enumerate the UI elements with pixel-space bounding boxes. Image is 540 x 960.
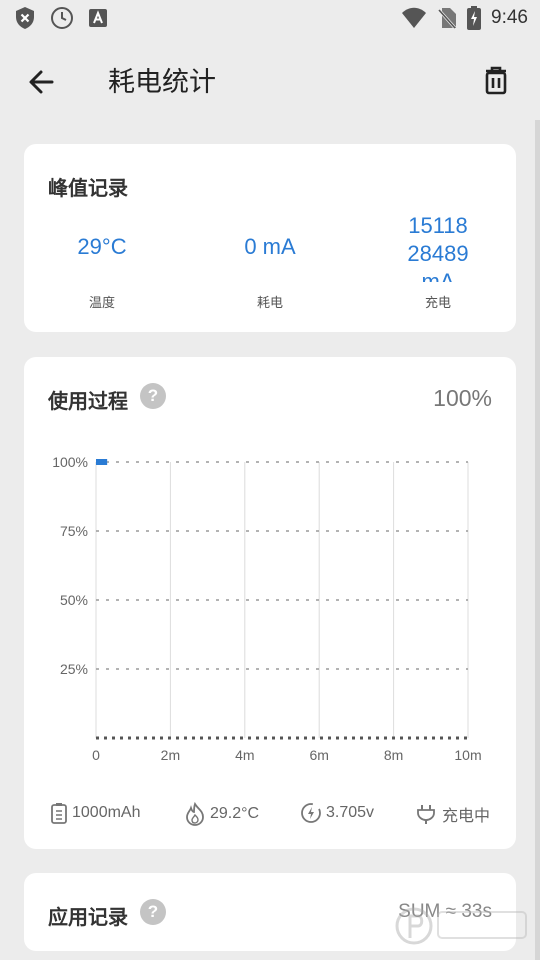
battery-charging-icon [467, 6, 482, 30]
peak-temperature-value: 29°C [77, 234, 127, 259]
usage-process-card: 使用过程 ? 100% 0 2m 4m 6m 8m 10m 100% 75% 50% 25% 10… [24, 357, 516, 849]
status-time: 9:46 [491, 7, 528, 28]
app-record-title: 应用记录 [48, 905, 128, 929]
y-tick-label: 25% [60, 661, 88, 677]
watermark-logo [395, 907, 527, 945]
peak-charge-label: 充电 [424, 296, 451, 311]
voltage-info: 3.705v [300, 802, 374, 824]
scroll-indicator[interactable] [535, 120, 540, 960]
status-bar-left [14, 6, 108, 30]
fire-icon [186, 802, 204, 826]
shield-icon [16, 7, 34, 29]
plug-icon [417, 805, 435, 824]
charging-state-info: 充电中 [414, 802, 490, 826]
x-tick-label: 8m [384, 747, 403, 763]
x-tick-label: 2m [161, 747, 180, 763]
text-a-icon [89, 9, 107, 27]
peak-charge-value-box: 15118 28489 mA [378, 212, 498, 282]
peak-drain-label: 耗电 [256, 296, 283, 311]
temperature-info: 29.2°C [184, 802, 259, 826]
peak-card-title: 峰值记录 [48, 176, 128, 200]
status-bar: 9:46 [0, 0, 540, 36]
capacity-text: 1000mAh [72, 804, 141, 821]
voltage-text: 3.705v [326, 804, 375, 821]
peak-record-card: 峰值记录 29°C 温度 0 mA 耗电 15118 28489 mA 充电 [24, 144, 516, 332]
peak-temperature-label: 温度 [88, 296, 115, 311]
page-title: 耗电统计 [108, 67, 216, 98]
peak-charge-value-line3: mA [421, 269, 455, 282]
arrow-left-icon [29, 70, 54, 94]
clock-icon [51, 7, 73, 29]
no-sim-icon [437, 8, 457, 29]
peak-charge-value: 15118 [408, 213, 468, 238]
x-tick-label: 6m [309, 747, 328, 763]
x-tick-label: 10m [454, 747, 481, 763]
y-tick-label: 100% [52, 454, 88, 470]
y-tick-label: 50% [60, 592, 88, 608]
delete-button[interactable] [478, 62, 514, 98]
status-bar-right: 9:46 [401, 6, 528, 30]
wifi-icon [402, 7, 427, 28]
battery-icon [51, 803, 67, 824]
peak-drain-value: 0 mA [244, 234, 296, 259]
peak-charge-value-line2: 28489 [407, 241, 469, 266]
x-tick-label: 4m [235, 747, 254, 763]
x-tick-label: 0 [92, 747, 100, 763]
trash-icon [485, 66, 507, 95]
back-button[interactable] [22, 62, 62, 102]
usage-chart: 0 2m 4m 6m 8m 10m 100% 75% 50% 25% [52, 454, 481, 763]
app-record-help-icon[interactable]: ? [140, 899, 166, 925]
app-bar: 耗电统计 [0, 36, 540, 120]
charging-state-text: 充电中 [442, 808, 491, 825]
temperature-text: 29.2°C [210, 805, 260, 822]
y-tick-label: 75% [60, 523, 88, 539]
capacity-info: 1000mAh [50, 802, 141, 824]
voltage-icon [301, 803, 321, 823]
